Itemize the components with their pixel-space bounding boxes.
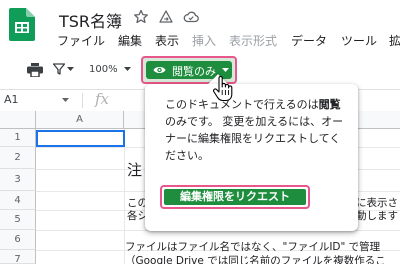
select-all-corner[interactable]: [0, 111, 36, 129]
fx-icon: fx: [95, 90, 110, 108]
sheet-heading: 注: [127, 161, 143, 179]
popup-text-start: このドキュメントで行えるのは: [165, 98, 319, 111]
hand-cursor-icon: [213, 76, 233, 102]
zoom-value[interactable]: 100%: [89, 64, 118, 75]
menu-format[interactable]: 表示形式: [229, 32, 277, 49]
selected-cell-a1[interactable]: [36, 130, 125, 147]
menu-insert[interactable]: 挿入: [192, 32, 216, 49]
row-header-4[interactable]: 4: [0, 191, 36, 210]
menu-tools[interactable]: ツール: [341, 32, 377, 49]
row-header-2[interactable]: 2: [0, 147, 36, 169]
zoom-dropdown-icon[interactable]: [124, 67, 131, 72]
column-header-a[interactable]: A: [36, 111, 124, 129]
print-icon[interactable]: [27, 63, 43, 77]
request-edit-access-button[interactable]: 編集権限をリクエスト: [164, 189, 306, 205]
row-header-7[interactable]: 7: [0, 250, 36, 264]
view-only-label: 閲覧のみ: [172, 65, 216, 78]
formula-divider: [82, 93, 83, 108]
row-header-1[interactable]: 1: [0, 129, 36, 147]
sheets-logo-icon[interactable]: [9, 8, 35, 41]
popup-text-end: のみです。 変更を加えるには、オーナーに編集権限をリクエストしてください。: [165, 115, 344, 162]
dropdown-caret-icon: [222, 68, 229, 72]
name-box-dropdown-icon[interactable]: [62, 98, 69, 103]
menu-extensions[interactable]: 拡: [389, 32, 400, 49]
popup-text-bold: 閲覧: [318, 98, 341, 111]
row-header-3[interactable]: 3: [0, 169, 36, 191]
filter-icon[interactable]: [53, 63, 65, 75]
menu-edit[interactable]: 編集: [118, 32, 142, 49]
name-box[interactable]: A1: [4, 93, 19, 106]
cell-text: （Google Drive では同じ名前のファイルを複数作るこ: [125, 255, 386, 264]
star-icon[interactable]: [133, 9, 149, 25]
view-only-popup: このドキュメントで行えるのは閲覧のみです。 変更を加えるには、オーナーに編集権限…: [145, 84, 358, 231]
document-title[interactable]: TSR名簿: [59, 8, 122, 32]
filter-dropdown-icon[interactable]: [67, 67, 74, 72]
row-header-6[interactable]: 6: [0, 230, 36, 250]
popup-message: このドキュメントで行えるのは閲覧のみです。 変更を加えるには、オーナーに編集権限…: [165, 96, 350, 164]
row-header-5[interactable]: 5: [0, 210, 36, 230]
request-edit-highlight: 編集権限をリクエスト: [160, 185, 310, 209]
eye-icon: [153, 67, 166, 73]
cell-text: 動します: [356, 210, 398, 222]
menu-data[interactable]: データ: [291, 32, 327, 49]
move-to-folder-icon[interactable]: [158, 9, 174, 25]
menu-view[interactable]: 表示: [155, 32, 179, 49]
cloud-status-icon[interactable]: [183, 9, 199, 25]
menu-file[interactable]: ファイル: [57, 32, 105, 49]
cell-text: ファイルはファイル名ではなく、"ファイルID" で管理: [125, 241, 381, 253]
